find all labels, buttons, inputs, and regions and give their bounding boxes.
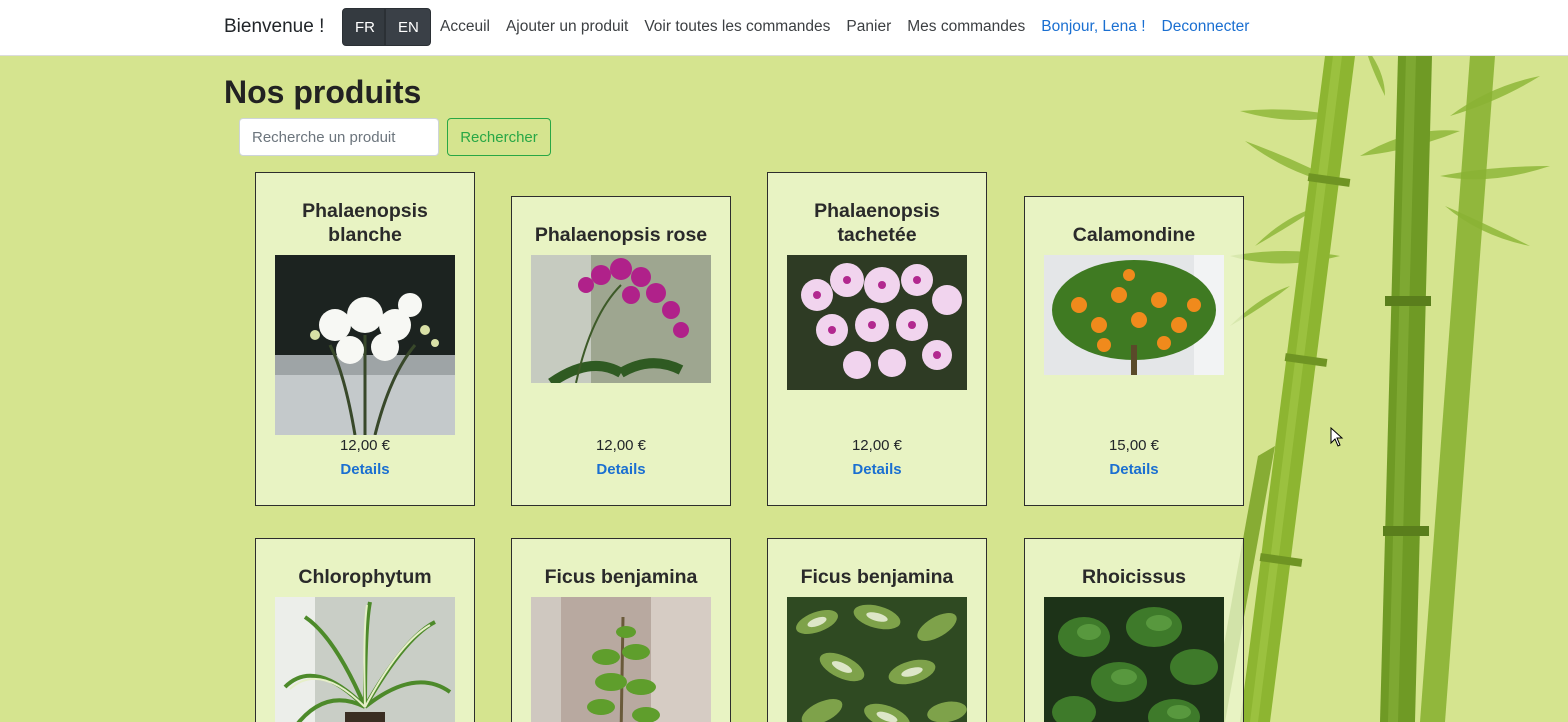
product-name: Calamondine (1072, 224, 1196, 246)
product-card: Calamondine 15,00 € Details (1024, 196, 1244, 506)
product-image[interactable] (275, 597, 455, 722)
product-image[interactable] (1044, 255, 1224, 375)
search-input[interactable] (239, 118, 439, 156)
product-details-link[interactable]: Details (768, 461, 986, 478)
nav-add-product-link[interactable]: Ajouter un produit (506, 18, 628, 36)
language-switch: FR EN (342, 8, 431, 46)
product-details-link[interactable]: Details (256, 461, 474, 478)
product-image[interactable] (531, 255, 711, 383)
product-price: 12,00 € (595, 437, 647, 454)
product-price: 12,00 € (339, 437, 391, 454)
nav-greeting-link[interactable]: Bonjour, Lena ! (1041, 18, 1145, 36)
product-name: Ficus benjamina (800, 566, 954, 588)
search-button[interactable]: Rechercher (447, 118, 551, 156)
product-image[interactable] (275, 255, 455, 435)
product-name: Phalaenopsis blanche (302, 200, 428, 246)
product-name: Rhoicissus (1081, 566, 1187, 588)
product-name: Chlorophytum (298, 566, 432, 588)
product-image[interactable] (1044, 597, 1224, 722)
nav-all-orders-link[interactable]: Voir toutes les commandes (644, 18, 830, 36)
product-card: Phalaenopsis blanche 12,00 € Details (255, 172, 475, 506)
mouse-cursor-icon (1330, 427, 1344, 447)
product-card: Phalaenopsis rose 12,00 € Details (511, 196, 731, 506)
nav-logout-link[interactable]: Deconnecter (1162, 18, 1250, 36)
nav-my-orders-link[interactable]: Mes commandes (907, 18, 1025, 36)
product-name: Ficus benjamina (544, 566, 698, 588)
product-name: Phalaenopsis tachetée (814, 200, 940, 246)
product-card: Ficus benjamina (767, 538, 987, 722)
product-image[interactable] (531, 597, 711, 722)
product-price: 12,00 € (851, 437, 903, 454)
lang-fr-button[interactable]: FR (342, 8, 385, 46)
lang-en-button[interactable]: EN (385, 8, 431, 46)
nav-cart-link[interactable]: Panier (846, 18, 891, 36)
product-price: 15,00 € (1108, 437, 1160, 454)
product-card: Chlorophytum (255, 538, 475, 722)
nav-home-link[interactable]: Acceuil (440, 18, 490, 36)
product-details-link[interactable]: Details (1025, 461, 1243, 478)
product-card: Rhoicissus (1024, 538, 1244, 722)
product-image[interactable] (787, 597, 967, 722)
navbar-brand[interactable]: Bienvenue ! (224, 16, 324, 38)
product-image[interactable] (787, 255, 967, 390)
product-name: Phalaenopsis rose (534, 224, 708, 246)
product-details-link[interactable]: Details (512, 461, 730, 478)
navbar: Bienvenue ! FR EN Acceuil Ajouter un pro… (0, 0, 1568, 56)
nav-links: Acceuil Ajouter un produit Voir toutes l… (440, 18, 1265, 36)
page-title: Nos produits (224, 74, 422, 110)
product-card: Ficus benjamina (511, 538, 731, 722)
product-card: Phalaenopsis tachetée 12,00 € Details (767, 172, 987, 506)
